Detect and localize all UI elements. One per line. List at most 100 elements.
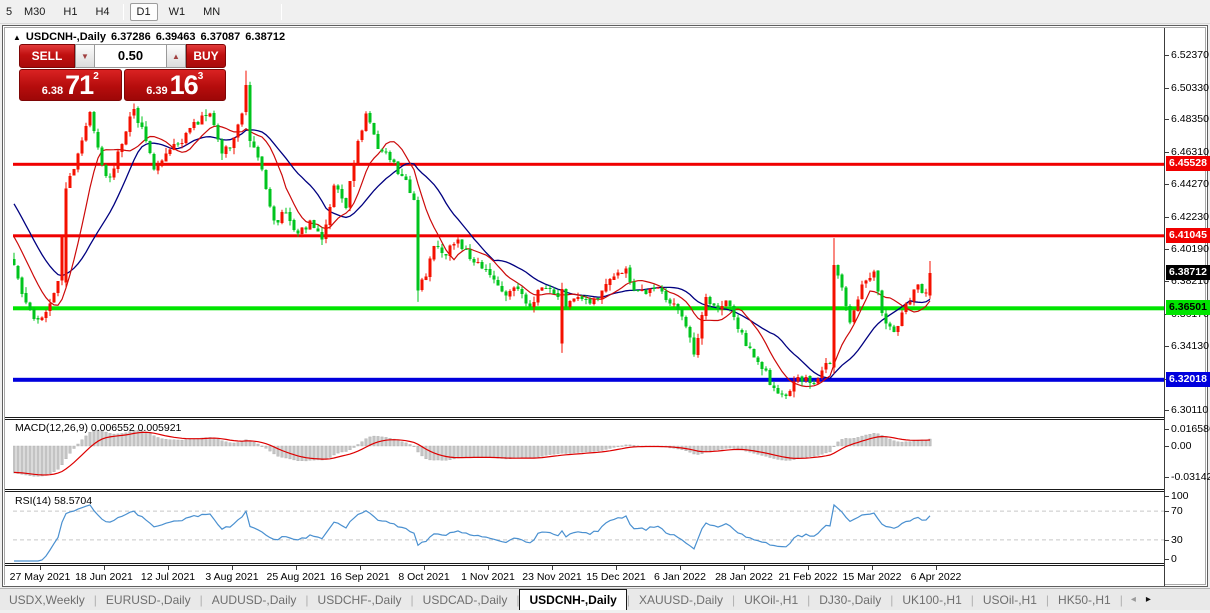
axis-tick-mark: [1165, 184, 1169, 185]
axis-tick-mark: [1165, 217, 1169, 218]
volume-decrease-button[interactable]: ▼: [75, 44, 95, 68]
macd-tick: 0.00: [1171, 440, 1191, 452]
price-tick: 6.30110: [1171, 404, 1208, 416]
macd-chart-canvas[interactable]: [13, 420, 1164, 489]
rsi-chart-canvas[interactable]: [13, 492, 1164, 563]
date-label: 28 Jan 2022: [715, 571, 773, 583]
hline-6.32018: [13, 378, 1164, 382]
chart-title: ▲ USDCNH-,Daily 6.37286 6.39463 6.37087 …: [13, 31, 285, 43]
tab-audusd-daily[interactable]: AUDUSD-,Daily: [203, 589, 306, 610]
rsi-tick: 70: [1171, 505, 1183, 517]
sell-quote-panel[interactable]: 6.38 71 2: [19, 69, 122, 101]
tab-usoil-h1[interactable]: USOil-,H1: [974, 589, 1046, 610]
axis-tick-mark: [1165, 496, 1169, 497]
toolbar-divider: [281, 4, 282, 20]
macd-signal-value: 0.005921: [138, 422, 182, 434]
collapse-triangle-icon[interactable]: ▲: [13, 33, 21, 42]
date-label: 15 Mar 2022: [843, 571, 902, 583]
date-label: 16 Sep 2021: [330, 571, 390, 583]
date-tick-mark: [936, 566, 937, 570]
tabs-scroll-left-icon[interactable]: ◂: [1131, 594, 1136, 605]
price-tick: 6.44270: [1171, 178, 1209, 190]
date-tick-mark: [168, 566, 169, 570]
hline-6.36501: [13, 306, 1164, 310]
buy-price-big: 16: [170, 73, 198, 98]
date-tick-mark: [552, 566, 553, 570]
timeframe-button-mn[interactable]: MN: [196, 3, 227, 21]
tab-xauusd-daily[interactable]: XAUUSD-,Daily: [630, 589, 732, 610]
hline-badge-6.32018: 6.32018: [1166, 372, 1210, 387]
tab-ukoil-h1[interactable]: UKOil-,H1: [735, 589, 807, 610]
sell-button[interactable]: SELL: [19, 44, 75, 68]
axis-tick-mark: [1165, 249, 1169, 250]
date-axis[interactable]: 27 May 202118 Jun 202112 Jul 20213 Aug 2…: [5, 566, 1164, 586]
axis-tick-mark: [1165, 346, 1169, 347]
axis-tick-mark: [1165, 477, 1169, 478]
tab-dj30-daily[interactable]: DJ30-,Daily: [810, 589, 890, 610]
buy-button[interactable]: BUY: [186, 44, 226, 68]
tab-usdcad-daily[interactable]: USDCAD-,Daily: [414, 589, 517, 610]
timeframe-button-m30[interactable]: M30: [17, 3, 52, 21]
timeframe-button-w1[interactable]: W1: [162, 3, 193, 21]
price-tick: 6.52370: [1171, 49, 1209, 61]
axis-tick-mark: [1165, 88, 1169, 89]
tab-hk50-h1[interactable]: HK50-,H1: [1049, 589, 1120, 610]
axis-tick-mark: [1165, 446, 1169, 447]
axis-tick-mark: [1165, 55, 1169, 56]
ohlc-open: 6.37286: [111, 31, 151, 43]
axis-tick-mark: [1165, 540, 1169, 541]
date-tick-mark: [680, 566, 681, 570]
price-tick: 6.34130: [1171, 340, 1209, 352]
chart-window: ▲ USDCNH-,Daily 6.37286 6.39463 6.37087 …: [2, 25, 1208, 587]
date-tick-mark: [104, 566, 105, 570]
tab-usdchf-daily[interactable]: USDCHF-,Daily: [309, 589, 411, 610]
toolbar-divider: [123, 4, 124, 20]
rsi-label: RSI(14) 58.5704: [15, 495, 92, 507]
macd-tick: -0.031421: [1171, 471, 1210, 483]
price-tick: 6.42230: [1171, 211, 1209, 223]
buy-price-prefix: 6.39: [146, 84, 167, 98]
date-tick-mark: [616, 566, 617, 570]
volume-input[interactable]: 0.50: [95, 44, 166, 68]
sell-price-prefix: 6.38: [42, 84, 63, 98]
date-tick-mark: [424, 566, 425, 570]
panel-separator[interactable]: [5, 417, 1164, 420]
tab-uk100-h1[interactable]: UK100-,H1: [893, 589, 970, 610]
date-label: 21 Feb 2022: [779, 571, 838, 583]
tab-usdcnh-daily[interactable]: USDCNH-,Daily: [519, 589, 626, 610]
ohlc-close: 6.38712: [245, 31, 285, 43]
macd-tick: 0.016586: [1171, 423, 1210, 435]
tab-eurusd-daily[interactable]: EURUSD-,Daily: [97, 589, 200, 610]
one-click-trading-widget: SELL ▼ 0.50 ▲ BUY 6.38 71 2 6.39 16 3: [19, 44, 226, 101]
tab-usdx-weekly[interactable]: USDX,Weekly: [0, 589, 94, 610]
timeframe-button-h1[interactable]: H1: [56, 3, 84, 21]
date-tick-mark: [360, 566, 361, 570]
rsi-tick: 30: [1171, 534, 1183, 546]
price-axis[interactable]: 6.523706.503306.483506.463106.442706.422…: [1165, 28, 1207, 586]
hline-badge-6.36501: 6.36501: [1166, 300, 1210, 315]
date-label: 6 Apr 2022: [911, 571, 962, 583]
hline-6.45528: [13, 163, 1164, 166]
date-tick-mark: [40, 566, 41, 570]
rsi-tick: 0: [1171, 553, 1177, 565]
axis-tick-mark: [1165, 281, 1169, 282]
panel-separator[interactable]: [5, 489, 1164, 492]
date-label: 23 Nov 2021: [522, 571, 582, 583]
timeframe-button-d1[interactable]: D1: [130, 3, 158, 21]
date-label: 25 Aug 2021: [267, 571, 326, 583]
axis-tick-mark: [1165, 410, 1169, 411]
hline-6.41045: [13, 234, 1164, 237]
buy-quote-panel[interactable]: 6.39 16 3: [124, 69, 227, 101]
tabs-scroll-right-icon[interactable]: ▸: [1146, 594, 1151, 605]
hline-badge-6.41045: 6.41045: [1166, 228, 1210, 243]
date-label: 27 May 2021: [10, 571, 71, 583]
date-label: 3 Aug 2021: [205, 571, 258, 583]
axis-tick-mark: [1165, 559, 1169, 560]
volume-increase-button[interactable]: ▲: [166, 44, 186, 68]
date-tick-mark: [296, 566, 297, 570]
timeframe-button-h4[interactable]: H4: [88, 3, 116, 21]
hline-badge-6.45528: 6.45528: [1166, 156, 1210, 171]
price-tick: 6.50330: [1171, 82, 1209, 94]
date-label: 15 Dec 2021: [586, 571, 646, 583]
timeframe-button-m5[interactable]: 5: [0, 3, 13, 21]
